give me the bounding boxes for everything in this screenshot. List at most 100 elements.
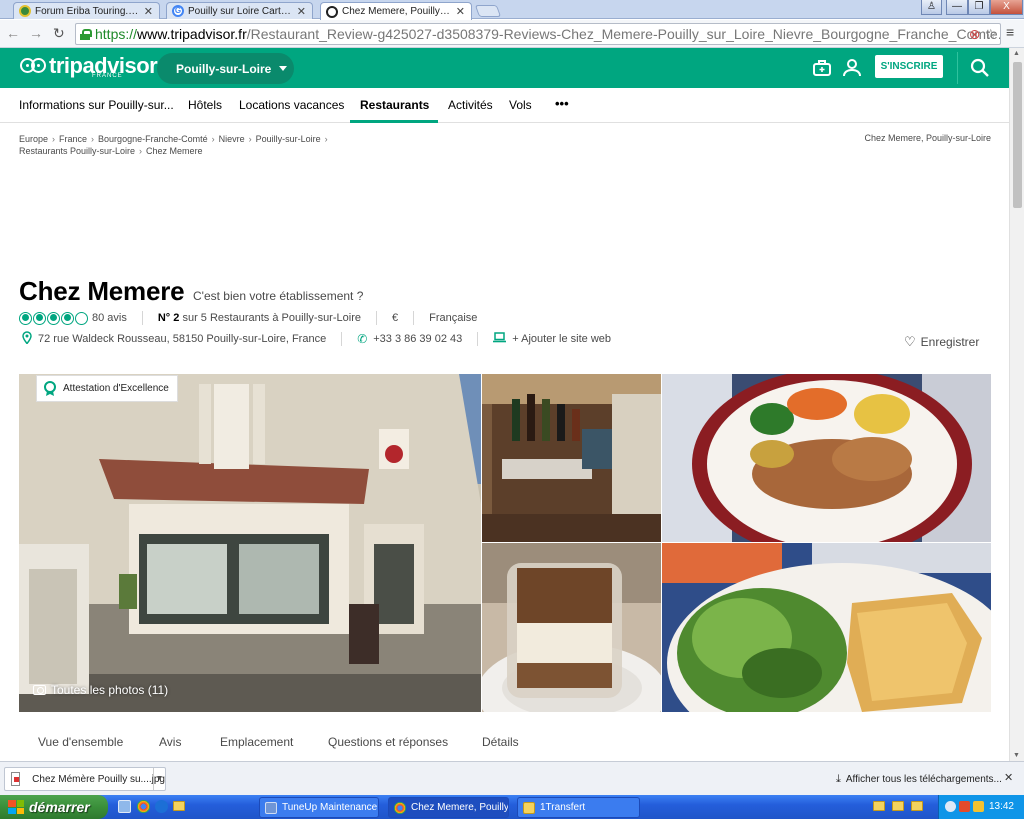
system-tray: 13:42 <box>938 795 1024 819</box>
internet-explorer-icon[interactable] <box>155 800 168 813</box>
folder-icon[interactable] <box>892 801 904 811</box>
close-tab-icon[interactable]: ✕ <box>297 5 306 18</box>
breadcrumb-location: Chez Memere, Pouilly-sur-Loire <box>864 133 991 143</box>
bookmark-star-icon[interactable]: ☆ <box>984 26 997 43</box>
lock-icon <box>80 28 92 40</box>
photo-quiche[interactable] <box>662 543 991 712</box>
tripadvisor-favicon-icon <box>326 5 338 18</box>
rating-bubble-full-icon <box>61 311 74 325</box>
minimize-button[interactable]: — <box>946 0 968 15</box>
signin-button[interactable]: S'INSCRIRE <box>875 55 943 78</box>
tab-details[interactable]: Détails <box>482 735 519 749</box>
photo-dessert[interactable] <box>482 543 661 712</box>
nav-item-hotels[interactable]: Hôtels <box>188 98 222 112</box>
url-path: /Restaurant_Review-g425027-d3508379-Revi… <box>246 26 1001 42</box>
scroll-up-icon[interactable]: ▲ <box>1013 50 1020 57</box>
nav-item-activities[interactable]: Activités <box>448 98 493 112</box>
breadcrumb-item[interactable]: Europe <box>19 134 48 144</box>
badge-label: Attestation d'Excellence <box>63 383 169 394</box>
phone-number[interactable]: +33 3 86 39 02 43 <box>373 333 462 345</box>
quiche-salad-image <box>662 543 991 712</box>
breadcrumb-item[interactable]: France <box>59 134 87 144</box>
windows-logo-icon <box>8 800 24 814</box>
start-label: démarrer <box>29 799 90 815</box>
save-button[interactable]: ♡ Enregistrer <box>904 334 979 350</box>
tray-app-icon[interactable] <box>959 801 970 812</box>
address[interactable]: 72 rue Waldeck Rousseau, 58150 Pouilly-s… <box>38 333 326 345</box>
photo-main-dish[interactable] <box>662 374 991 542</box>
show-desktop-icon[interactable] <box>118 800 131 813</box>
task-chrome[interactable]: Chez Memere, Pouilly... <box>388 797 509 818</box>
breadcrumb-current: Chez Memere <box>146 146 203 156</box>
tray-app-icon[interactable] <box>973 801 984 812</box>
browser-tab-forum[interactable]: Forum Eriba Touring.com • C ✕ <box>13 2 160 19</box>
rating-row: 80 avis N° 2 sur 5 Restaurants à Pouilly… <box>19 310 477 326</box>
folder-icon[interactable] <box>173 801 185 811</box>
restore-button[interactable]: ❐ <box>968 0 990 15</box>
breadcrumb-item[interactable]: Nievre <box>219 134 245 144</box>
user-profile-icon[interactable]: ♙ <box>921 0 942 15</box>
ranking[interactable]: N° 2 sur 5 Restaurants à Pouilly-sur-Loi… <box>158 312 361 324</box>
tripadvisor-logo[interactable]: tripadvisor <box>20 55 158 77</box>
page-scrollbar[interactable]: ▲ ▼ <box>1009 48 1024 761</box>
tray-collapse-icon[interactable] <box>945 801 956 812</box>
photo-bar[interactable] <box>482 374 661 542</box>
price-range: € <box>391 312 399 324</box>
task-folder[interactable]: 1Transfert <box>517 797 640 818</box>
user-icon[interactable] <box>842 58 862 78</box>
folder-icon[interactable] <box>873 801 885 811</box>
close-window-button[interactable]: X <box>990 0 1023 15</box>
nav-item-info[interactable]: Informations sur Pouilly-sur... <box>19 98 174 112</box>
blocked-popup-icon[interactable]: ⊗ <box>969 26 981 43</box>
menu-icon[interactable]: ≡ <box>1006 24 1014 40</box>
rabbit-dish-image <box>662 374 991 542</box>
task-label: TuneUp Maintenance ... <box>282 802 379 813</box>
nav-more-icon[interactable]: ••• <box>555 96 569 111</box>
all-photos-label: Toutes les photos (11) <box>51 683 169 697</box>
review-count[interactable]: 80 avis <box>92 312 127 324</box>
owl-logo-icon <box>20 58 47 74</box>
nav-item-rentals[interactable]: Locations vacances <box>239 98 344 112</box>
heart-icon: ♡ <box>904 334 916 349</box>
back-arrow-icon[interactable]: ← <box>6 25 20 41</box>
tab-overview[interactable]: Vue d'ensemble <box>38 735 123 749</box>
scrollbar-thumb[interactable] <box>1013 62 1022 208</box>
nav-item-flights[interactable]: Vols <box>509 98 532 112</box>
breadcrumb-item[interactable]: Restaurants Pouilly-sur-Loire <box>19 146 135 156</box>
close-tab-icon[interactable]: ✕ <box>144 5 153 18</box>
breadcrumb-item[interactable]: Bourgogne-Franche-Comté <box>98 134 208 144</box>
search-icon[interactable] <box>970 58 990 78</box>
new-tab-button[interactable] <box>474 5 502 17</box>
forward-arrow-icon[interactable]: → <box>29 25 43 41</box>
clock: 13:42 <box>988 801 1014 812</box>
suitcase-icon[interactable] <box>812 58 832 78</box>
main-photo[interactable] <box>19 374 481 712</box>
forum-favicon-icon <box>19 5 31 17</box>
rating-bubbles[interactable] <box>19 311 88 325</box>
start-button[interactable]: démarrer <box>0 795 108 819</box>
download-item[interactable]: Chez Mémère Pouilly su....jpg ▼ <box>4 767 166 791</box>
nav-item-restaurants[interactable]: Restaurants <box>360 98 429 112</box>
reload-icon[interactable]: ↻ <box>53 25 65 42</box>
tab-qa[interactable]: Questions et réponses <box>328 735 448 749</box>
chevron-down-icon[interactable]: ▼ <box>153 768 165 790</box>
task-tuneup[interactable]: TuneUp Maintenance ... <box>259 797 379 818</box>
address-bar[interactable]: https://www.tripadvisor.fr/Restaurant_Re… <box>75 23 1001 45</box>
browser-tab-tripadvisor[interactable]: Chez Memere, Pouilly-sur-Lo ✕ <box>320 2 472 20</box>
close-tab-icon[interactable]: ✕ <box>456 5 465 18</box>
breadcrumb-item[interactable]: Pouilly-sur-Loire <box>256 134 321 144</box>
folder-icon[interactable] <box>911 801 923 811</box>
map-pin-icon <box>22 331 32 347</box>
tab-reviews[interactable]: Avis <box>159 735 181 749</box>
add-website-link[interactable]: + Ajouter le site web <box>512 333 611 345</box>
all-photos-button[interactable]: Toutes les photos (11) <box>33 683 168 697</box>
chrome-icon[interactable] <box>137 800 150 813</box>
show-all-downloads-link[interactable]: ⤓ Afficher tous les téléchargements... <box>836 773 1002 786</box>
scroll-down-icon[interactable]: ▼ <box>1013 752 1020 759</box>
cuisine[interactable]: Française <box>429 312 477 324</box>
close-downloads-icon[interactable]: ✕ <box>1004 771 1013 784</box>
tab-location[interactable]: Emplacement <box>220 735 293 749</box>
browser-tab-google[interactable]: G Pouilly sur Loire Cartes posta ✕ <box>166 2 313 19</box>
claim-listing-link[interactable]: C'est bien votre établissement ? <box>193 289 363 303</box>
geo-selector[interactable]: Pouilly-sur-Loire <box>157 53 294 84</box>
